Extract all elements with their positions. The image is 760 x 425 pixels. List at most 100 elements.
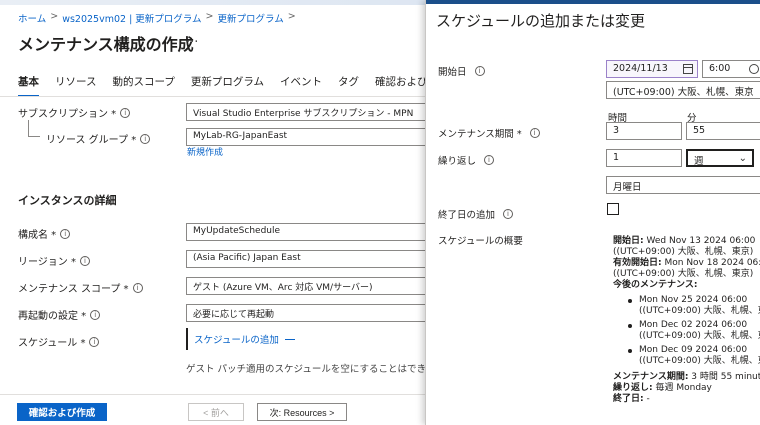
breadcrumb-home[interactable]: ホーム bbox=[18, 11, 46, 25]
add-schedule-field: スケジュールの追加 bbox=[186, 328, 295, 350]
config-name-input[interactable]: MyUpdateSchedule bbox=[186, 223, 425, 241]
tab-resources[interactable]: リソース bbox=[55, 74, 96, 97]
previous-button[interactable]: < 前へ bbox=[188, 403, 244, 421]
region-label: リージョン * bbox=[18, 257, 76, 268]
schedule-summary-label: スケジュールの概要 bbox=[438, 236, 523, 247]
info-icon[interactable]: i bbox=[529, 128, 540, 138]
create-new-link[interactable]: 新規作成 bbox=[187, 145, 223, 158]
timezone-dropdown[interactable]: (UTC+09:00) 大阪、札幌、東京 bbox=[606, 81, 760, 99]
config-name-label: 構成名 * bbox=[18, 230, 57, 241]
summary-repeat-label: 繰り返し: bbox=[613, 383, 653, 393]
top-strip bbox=[0, 0, 425, 5]
more-options-button[interactable]: ... bbox=[186, 31, 198, 46]
region-label-row: リージョン * i bbox=[18, 253, 90, 268]
schedule-label: スケジュール * bbox=[18, 338, 86, 349]
wizard-tabs: 基本 リソース 動的スコープ 更新プログラム イベント タグ 確認および作成 bbox=[18, 74, 425, 97]
resource-group-label-row: リソース グループ * i bbox=[46, 131, 151, 146]
summary-duration-label: メンテナンス期間: bbox=[613, 372, 689, 382]
repeat-label-row: 繰り返し i bbox=[438, 153, 495, 167]
start-date-input[interactable]: 2024/11/13 bbox=[606, 60, 698, 78]
end-date-label-row: 終了日の追加 i bbox=[438, 207, 514, 221]
maintenance-scope-dropdown[interactable]: ゲスト (Azure VM、Arc 対応 VM/サーバー) bbox=[186, 277, 425, 295]
calendar-icon[interactable] bbox=[683, 64, 693, 74]
upcoming-date: Mon Dec 09 2024 06:00 bbox=[639, 345, 748, 355]
resource-group-dropdown[interactable]: MyLab-RG-JapanEast bbox=[186, 128, 425, 146]
clock-icon[interactable] bbox=[749, 64, 759, 74]
page-title: メンテナンス構成の作成 bbox=[18, 35, 194, 54]
start-date-value: 2024/11/13 bbox=[613, 63, 668, 74]
info-icon[interactable]: i bbox=[140, 133, 151, 144]
info-icon[interactable]: i bbox=[474, 66, 485, 76]
duration-label-row: メンテナンス期間 * i bbox=[438, 126, 540, 140]
repeat-count-input[interactable]: 1 bbox=[606, 149, 682, 167]
summary-start-timezone: ((UTC+09:00) 大阪、札幌、東京) bbox=[613, 247, 754, 257]
region-dropdown[interactable]: (Asia Pacific) Japan East bbox=[186, 250, 425, 268]
reboot-setting-dropdown[interactable]: 必要に応じて再起動 bbox=[186, 304, 425, 322]
info-icon[interactable]: i bbox=[89, 336, 100, 347]
summary-start-value: Wed Nov 13 2024 06:00 bbox=[646, 236, 756, 246]
summary-duration-row: メンテナンス期間: 3 時間 55 minutes bbox=[613, 372, 760, 383]
summary-effective-label: 有効開始日: bbox=[613, 258, 662, 268]
summary-effective-row: 有効開始日: Mon Nov 18 2024 06:00 bbox=[613, 258, 760, 269]
info-icon[interactable]: i bbox=[120, 107, 131, 118]
summary-end-row: 終了日: - bbox=[613, 394, 760, 405]
subscription-label: サブスクリプション * bbox=[18, 109, 117, 120]
breadcrumb: ホーム > ws2025vm02 | 更新プログラム > 更新プログラム > bbox=[18, 11, 296, 25]
breadcrumb-separator: > bbox=[205, 11, 214, 22]
maintenance-scope-label: メンテナンス スコープ * bbox=[18, 284, 129, 295]
list-item: Mon Nov 25 2024 06:00 ((UTC+09:00) 大阪、札幌… bbox=[613, 295, 760, 317]
chevron-down-icon: ⌄ bbox=[738, 153, 747, 164]
info-icon[interactable]: i bbox=[484, 155, 495, 165]
reboot-setting-label: 再起動の設定 * bbox=[18, 311, 87, 322]
breadcrumb-separator: > bbox=[287, 11, 296, 22]
start-time-input[interactable]: 6:00 bbox=[702, 60, 760, 78]
resource-group-label: リソース グループ * bbox=[46, 135, 137, 146]
info-icon[interactable]: i bbox=[90, 309, 101, 320]
info-icon[interactable]: i bbox=[79, 255, 90, 266]
summary-start-label: 開始日: bbox=[613, 236, 644, 246]
subscription-dropdown[interactable]: Visual Studio Enterprise サブスクリプション - MPN bbox=[186, 103, 425, 121]
breadcrumb-updates[interactable]: 更新プログラム bbox=[217, 11, 283, 25]
pane-title: スケジュールの追加または変更 bbox=[436, 12, 645, 30]
next-resources-button[interactable]: 次: Resources > bbox=[257, 403, 347, 421]
schedule-validation-hint: ゲスト パッチ適用のスケジュールを空にすることはできませ bbox=[186, 364, 425, 375]
upcoming-timezone: ((UTC+09:00) 大阪、札幌、東 bbox=[639, 306, 760, 316]
summary-repeat-row: 繰り返し: 毎週 Monday bbox=[613, 383, 760, 394]
upcoming-maintenance-list: Mon Nov 25 2024 06:00 ((UTC+09:00) 大阪、札幌… bbox=[613, 295, 760, 367]
start-date-label-row: 開始日 i bbox=[438, 64, 485, 78]
repeat-unit-dropdown[interactable]: 週 ⌄ bbox=[686, 149, 754, 167]
upcoming-date: Mon Nov 25 2024 06:00 bbox=[639, 295, 748, 305]
info-icon[interactable]: i bbox=[503, 209, 514, 219]
tab-dynamic-scope[interactable]: 動的スコープ bbox=[112, 74, 174, 97]
tab-basics[interactable]: 基本 bbox=[18, 74, 39, 97]
footer-divider bbox=[0, 394, 425, 395]
duration-minutes-input[interactable]: 55 bbox=[686, 122, 760, 140]
create-maintenance-configuration-blade: ホーム > ws2025vm02 | 更新プログラム > 更新プログラム > メ… bbox=[0, 0, 425, 425]
tree-connector bbox=[28, 120, 29, 136]
review-create-button[interactable]: 確認および作成 bbox=[17, 403, 107, 421]
scope-label-row: メンテナンス スコープ * i bbox=[18, 280, 143, 295]
breadcrumb-vm-updates[interactable]: ws2025vm02 | 更新プログラム bbox=[62, 11, 201, 25]
reboot-label-row: 再起動の設定 * i bbox=[18, 307, 101, 322]
tab-events[interactable]: イベント bbox=[280, 74, 322, 97]
repeat-day-dropdown[interactable]: 月曜日 bbox=[606, 176, 760, 194]
info-icon[interactable]: i bbox=[132, 282, 143, 293]
summary-end-label: 終了日: bbox=[613, 394, 644, 404]
add-schedule-link[interactable]: スケジュールの追加 bbox=[194, 332, 279, 346]
end-date-label: 終了日の追加 bbox=[438, 210, 496, 221]
duration-hours-input[interactable]: 3 bbox=[606, 122, 682, 140]
tab-tags[interactable]: タグ bbox=[338, 74, 359, 97]
schedule-summary: 開始日: Wed Nov 13 2024 06:00 ((UTC+09:00) … bbox=[613, 236, 760, 405]
subscription-label-row: サブスクリプション * i bbox=[18, 105, 131, 120]
tree-connector bbox=[28, 136, 40, 137]
add-end-date-checkbox[interactable] bbox=[607, 203, 619, 215]
upcoming-timezone: ((UTC+09:00) 大阪、札幌、東 bbox=[639, 331, 760, 341]
tab-review-create[interactable]: 確認および作成 bbox=[375, 74, 425, 97]
pane-top-bar bbox=[426, 0, 760, 4]
summary-start-row: 開始日: Wed Nov 13 2024 06:00 bbox=[613, 236, 760, 247]
tab-updates[interactable]: 更新プログラム bbox=[191, 74, 264, 97]
repeat-unit-value: 週 bbox=[694, 156, 704, 167]
info-icon[interactable]: i bbox=[60, 228, 71, 239]
schedule-label-row: スケジュール * i bbox=[18, 334, 100, 349]
instance-details-heading: インスタンスの詳細 bbox=[18, 194, 117, 207]
